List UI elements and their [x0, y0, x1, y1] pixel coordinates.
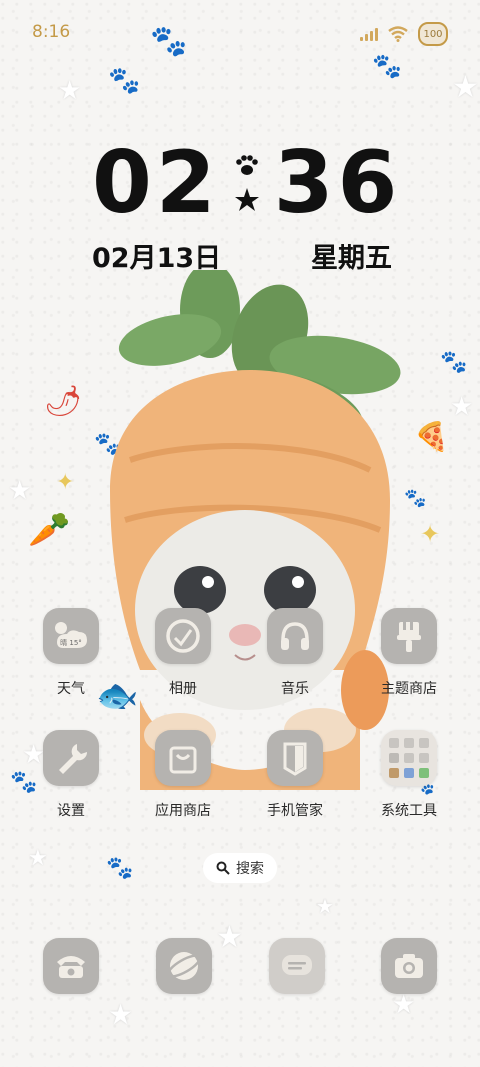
clock-hours: 02 [92, 133, 220, 233]
app-label: 设置 [57, 803, 85, 819]
app-label: 应用商店 [155, 803, 211, 819]
browser-icon [166, 952, 202, 980]
app-label: 天气 [57, 681, 85, 697]
app-label: 主题商店 [381, 681, 437, 697]
dock-phone-button[interactable] [43, 938, 99, 994]
wifi-icon [388, 26, 408, 42]
search-button[interactable]: 搜索 [203, 853, 277, 883]
star-decoration: ★ [392, 990, 416, 1020]
shield-icon [267, 730, 323, 786]
paw-decoration: 🐾 [106, 856, 134, 881]
app-label: 手机管家 [267, 803, 323, 819]
weather-icon: 晴 15° [43, 608, 99, 664]
app-weather[interactable]: 晴 15° 天气 [16, 608, 126, 698]
star-decoration: ★ [8, 476, 32, 506]
star-decoration: ★ [452, 70, 479, 105]
app-music[interactable]: 音乐 [240, 608, 350, 698]
app-photos[interactable]: 相册 [128, 608, 238, 698]
search-label: 搜索 [236, 861, 264, 877]
star-decoration: ★ [28, 846, 48, 871]
app-system-tools-folder[interactable]: 系统工具 [354, 730, 464, 820]
dock-browser-button[interactable] [156, 938, 212, 994]
weather-temp: 晴 15° [60, 638, 82, 647]
app-label: 相册 [169, 681, 197, 697]
date-line: 02月13日 星期五 [92, 236, 392, 275]
app-settings[interactable]: 设置 [16, 730, 126, 820]
status-icons: 100 [360, 22, 448, 46]
shopping-bag-icon [155, 730, 211, 786]
clock-weekday: 星期五 [311, 243, 392, 274]
app-theme-store[interactable]: 主题商店 [354, 608, 464, 698]
clock-separator [226, 148, 268, 218]
photos-icon [155, 608, 211, 664]
messages-icon [282, 955, 312, 975]
dock-camera-button[interactable] [381, 938, 437, 994]
battery-icon: 100 [418, 22, 448, 46]
clock-widget[interactable]: 02 36 [92, 140, 401, 226]
folder-icon [381, 730, 437, 786]
star-decoration: ★ [216, 920, 243, 955]
wrench-icon [43, 730, 99, 786]
star-decoration: ★ [58, 76, 82, 106]
app-phone-manager[interactable]: 手机管家 [240, 730, 350, 820]
clock-minutes: 36 [273, 133, 402, 233]
status-time: 8:16 [32, 22, 71, 42]
paintbrush-icon [381, 608, 437, 664]
battery-level: 100 [423, 28, 443, 40]
signal-icon [360, 27, 378, 41]
status-bar: 8:16 100 [0, 0, 480, 64]
app-label: 系统工具 [381, 803, 437, 819]
app-app-store[interactable]: 应用商店 [128, 730, 238, 820]
paw-decoration: 🐾 [108, 66, 141, 96]
star-decoration: ★ [108, 998, 134, 1031]
paw-decoration: 🐾 [440, 350, 468, 375]
search-icon [216, 861, 230, 875]
headphones-icon [267, 608, 323, 664]
star-decoration: ★ [316, 894, 334, 918]
phone-icon [57, 956, 85, 978]
app-label: 音乐 [281, 681, 309, 697]
clock-date: 02月13日 [92, 243, 222, 274]
star-decoration: ★ [450, 392, 474, 422]
carrot-decoration: 🥕 [28, 510, 71, 550]
dock-messages-button[interactable] [269, 938, 325, 994]
paw-star-separator-icon [234, 155, 259, 211]
camera-icon [395, 954, 423, 978]
